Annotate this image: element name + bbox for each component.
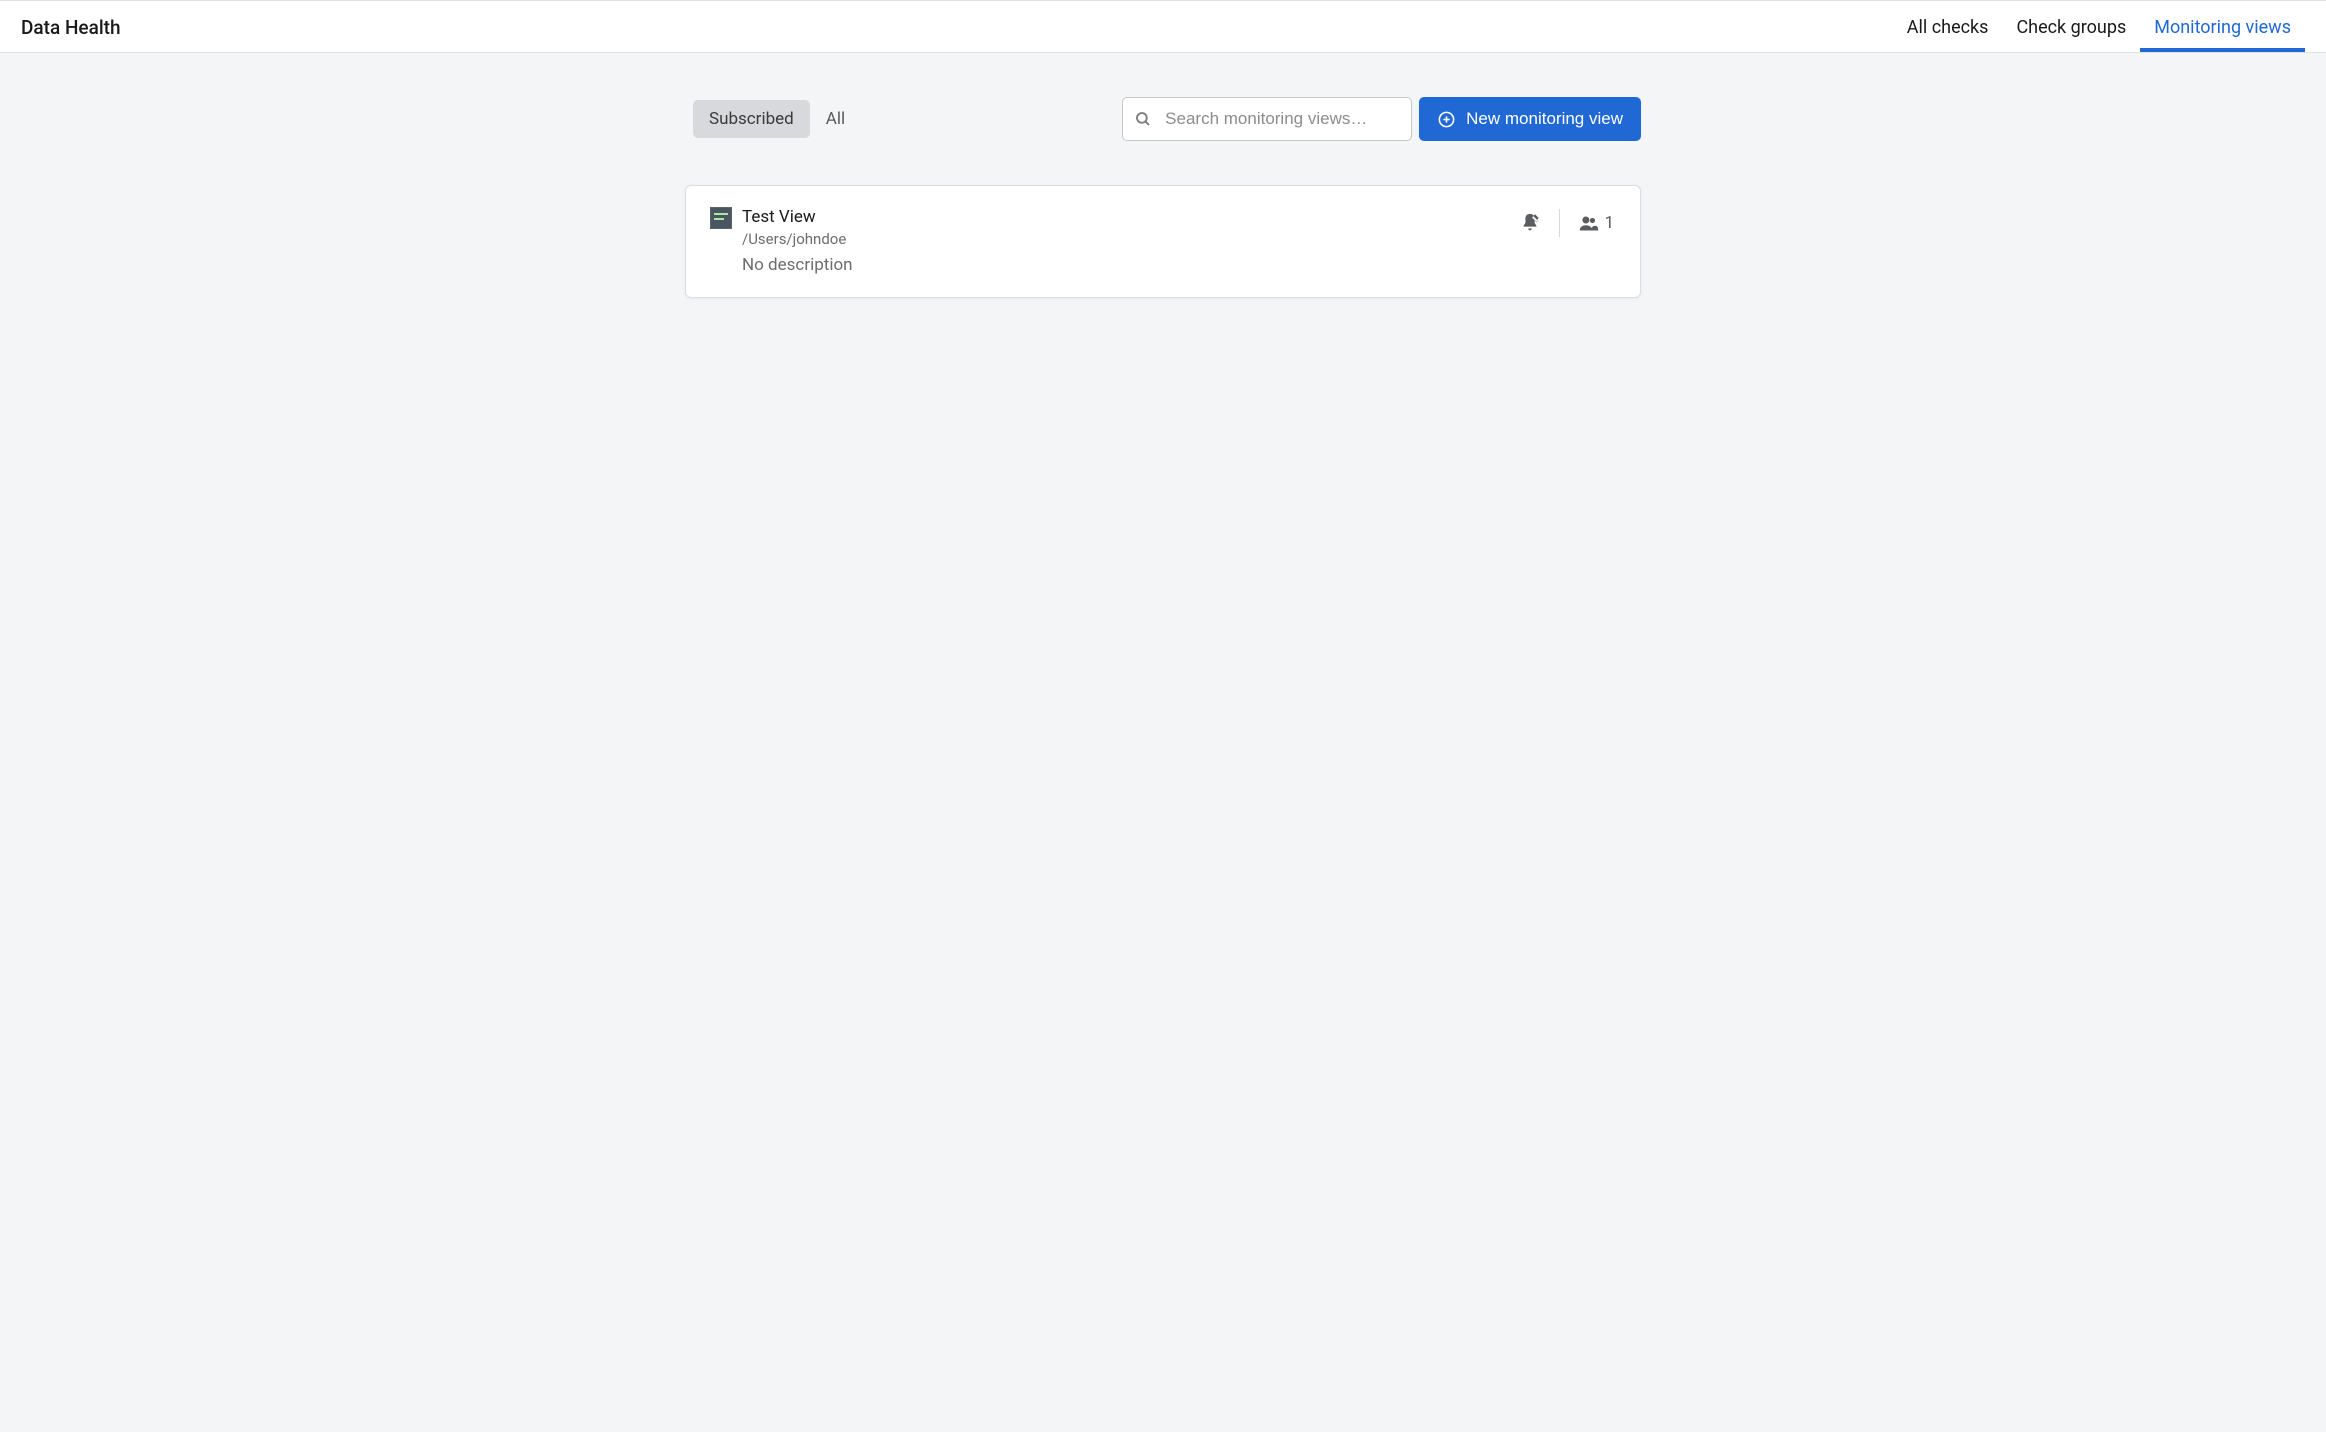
controls-row: Subscribed All xyxy=(693,97,1641,141)
search-wrapper xyxy=(1122,97,1412,141)
tab-all-checks[interactable]: All checks xyxy=(1893,2,2003,52)
filter-tabs: Subscribed All xyxy=(693,100,861,138)
view-path: /Users/johndoe xyxy=(742,230,1519,248)
users-icon xyxy=(1578,213,1599,234)
new-monitoring-view-button[interactable]: New monitoring view xyxy=(1419,97,1641,141)
filter-subscribed[interactable]: Subscribed xyxy=(693,100,810,138)
search-input[interactable] xyxy=(1122,97,1412,141)
new-button-label: New monitoring view xyxy=(1466,109,1623,129)
divider xyxy=(1559,209,1560,237)
content: Subscribed All xyxy=(685,97,1641,298)
card-actions: 1 xyxy=(1519,209,1614,237)
monitoring-view-card[interactable]: Test View /Users/johndoe No description xyxy=(685,185,1641,298)
filter-all[interactable]: All xyxy=(810,100,861,138)
header: Data Health All checks Check groups Moni… xyxy=(0,2,2326,53)
subscriber-count-value: 1 xyxy=(1604,213,1614,233)
tab-monitoring-views[interactable]: Monitoring views xyxy=(2140,2,2305,52)
view-icon xyxy=(710,207,732,229)
subscriber-count[interactable]: 1 xyxy=(1578,213,1614,234)
bell-edit-icon[interactable] xyxy=(1519,212,1541,234)
plus-circle-icon xyxy=(1437,110,1456,129)
card-body: Test View /Users/johndoe No description xyxy=(742,206,1519,275)
view-description: No description xyxy=(742,255,1519,275)
tab-check-groups[interactable]: Check groups xyxy=(2002,2,2140,52)
view-title: Test View xyxy=(742,206,1519,228)
controls-right: New monitoring view xyxy=(1122,97,1641,141)
content-wrapper: Subscribed All xyxy=(0,53,2326,342)
page-title: Data Health xyxy=(21,16,121,39)
card-inner: Test View /Users/johndoe No description xyxy=(710,206,1614,275)
header-tabs: All checks Check groups Monitoring views xyxy=(1893,2,2305,52)
